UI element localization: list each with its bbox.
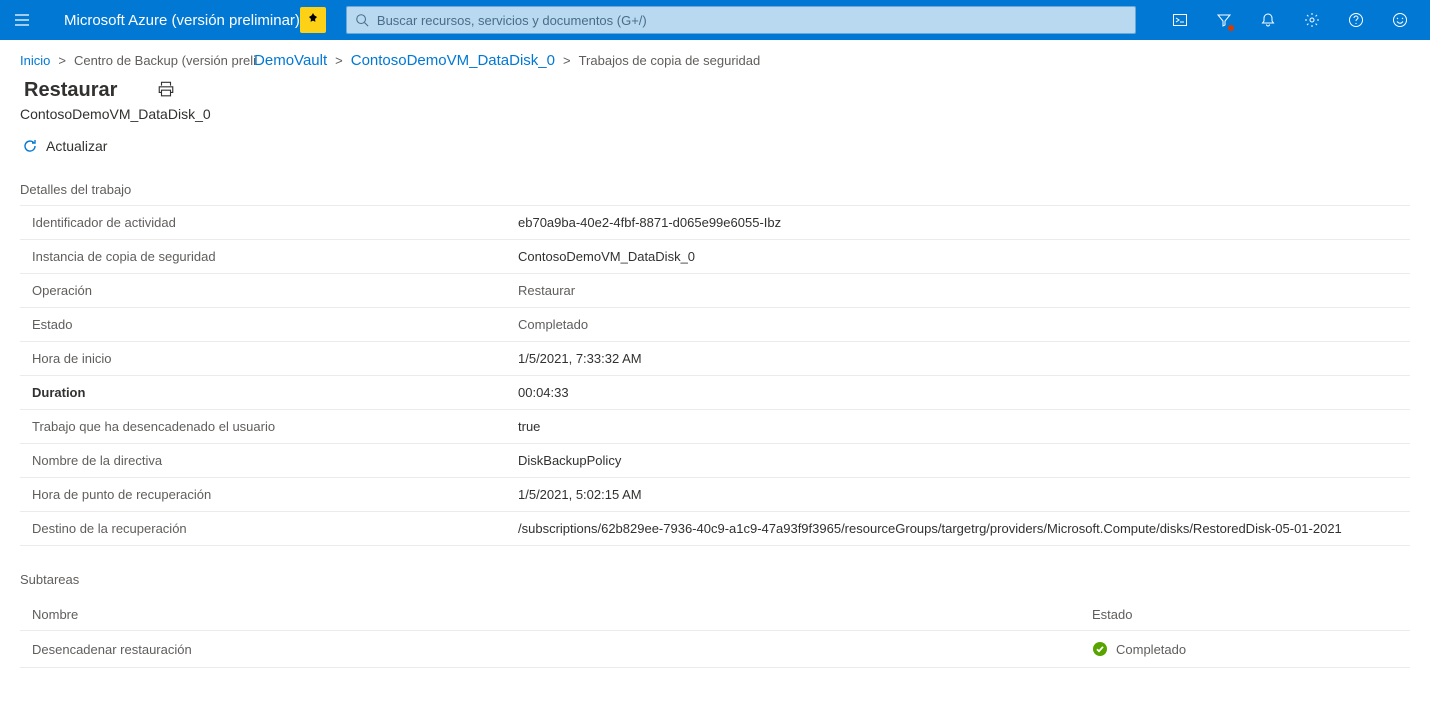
detail-row: Identificador de actividadeb70a9ba-40e2-…	[20, 206, 1410, 240]
detail-row: OperaciónRestaurar	[20, 274, 1410, 308]
search-box[interactable]	[346, 6, 1136, 34]
breadcrumb-item[interactable]: ContosoDemoVM_DataDisk_0	[351, 52, 555, 69]
top-bar: Microsoft Azure (versión preliminar)	[0, 0, 1430, 40]
settings-button[interactable]	[1290, 0, 1334, 40]
detail-value: 00:04:33	[510, 381, 1410, 404]
subtask-status: Completado	[1080, 641, 1410, 657]
subtasks-title: Subtareas	[20, 572, 1410, 595]
detail-label: Instancia de copia de seguridad	[20, 245, 510, 268]
subtasks-section: Subtareas Nombre Estado Desencadenar res…	[0, 546, 1430, 668]
detail-value: /subscriptions/62b829ee-7936-40c9-a1c9-4…	[510, 517, 1410, 540]
feedback-button[interactable]	[1378, 0, 1422, 40]
detail-value: ContosoDemoVM_DataDisk_0	[510, 245, 1410, 268]
search-icon	[355, 13, 369, 27]
title-block: Restaurar	[0, 73, 1430, 104]
detail-label: Trabajo que ha desencadenado el usuario	[20, 415, 510, 438]
detail-row: Hora de inicio1/5/2021, 7:33:32 AM	[20, 342, 1410, 376]
feedback-icon	[1392, 12, 1408, 28]
help-button[interactable]	[1334, 0, 1378, 40]
detail-row: EstadoCompletado	[20, 308, 1410, 342]
print-button[interactable]	[157, 80, 175, 101]
detail-row: Duration00:04:33	[20, 376, 1410, 410]
breadcrumb-vault-combo: Centro de Backup (versión preli DemoVaul…	[74, 52, 327, 69]
detail-value: 1/5/2021, 7:33:32 AM	[510, 347, 1410, 370]
help-icon	[1348, 12, 1364, 28]
search-wrap	[340, 6, 1142, 34]
notifications-button[interactable]	[1246, 0, 1290, 40]
subtask-row: Desencadenar restauración Completado	[20, 631, 1410, 668]
subtasks-header: Nombre Estado	[20, 595, 1410, 631]
breadcrumb: Inicio > Centro de Backup (versión preli…	[0, 40, 1430, 73]
job-details-title: Detalles del trabajo	[20, 182, 1410, 205]
detail-value: DiskBackupPolicy	[510, 449, 1410, 472]
command-bar: Actualizar	[0, 130, 1430, 168]
bell-icon	[1260, 12, 1276, 28]
top-icons	[1158, 0, 1422, 40]
breadcrumb-current: Trabajos de copia de seguridad	[579, 53, 761, 68]
detail-row: Instancia de copia de seguridadContosoDe…	[20, 240, 1410, 274]
detail-row: Trabajo que ha desencadenado el usuariot…	[20, 410, 1410, 444]
brand-label: Microsoft Azure (versión preliminar)	[44, 7, 340, 33]
gear-icon	[1304, 12, 1320, 28]
search-input[interactable]	[369, 13, 1127, 28]
brand-text: Microsoft Azure (versión preliminar)	[64, 12, 300, 29]
preview-badge-icon	[300, 7, 326, 33]
cloud-shell-icon	[1172, 12, 1188, 28]
detail-label: Hora de inicio	[20, 347, 510, 370]
job-details-section: Detalles del trabajo Identificador de ac…	[0, 168, 1430, 546]
breadcrumb-backup-center[interactable]: Centro de Backup (versión preli	[74, 53, 256, 68]
detail-value: Completado	[510, 313, 1410, 336]
refresh-button[interactable]: Actualizar	[22, 138, 107, 154]
page-subtitle: ContosoDemoVM_DataDisk_0	[0, 104, 1430, 130]
breadcrumb-home[interactable]: Inicio	[20, 53, 50, 68]
chevron-right-icon: >	[561, 53, 573, 68]
filter-badge-icon	[1228, 25, 1234, 31]
detail-row: Nombre de la directivaDiskBackupPolicy	[20, 444, 1410, 478]
detail-value: true	[510, 415, 1410, 438]
chevron-right-icon: >	[56, 53, 68, 68]
detail-label: Destino de la recuperación	[20, 517, 510, 540]
directory-filter-button[interactable]	[1202, 0, 1246, 40]
detail-value: 1/5/2021, 5:02:15 AM	[510, 483, 1410, 506]
detail-label: Duration	[20, 381, 510, 404]
subtask-status-text: Completado	[1116, 642, 1186, 657]
detail-label: Nombre de la directiva	[20, 449, 510, 472]
subtasks-col-name: Nombre	[20, 607, 1080, 622]
detail-row: Hora de punto de recuperación1/5/2021, 5…	[20, 478, 1410, 512]
detail-value: Restaurar	[510, 279, 1410, 302]
detail-label: Hora de punto de recuperación	[20, 483, 510, 506]
chevron-right-icon: >	[333, 53, 345, 68]
detail-label: Identificador de actividad	[20, 211, 510, 234]
subtask-name: Desencadenar restauración	[20, 642, 1080, 657]
job-details-table: Identificador de actividadeb70a9ba-40e2-…	[20, 205, 1410, 546]
success-icon	[1092, 641, 1108, 657]
breadcrumb-vault[interactable]: DemoVault	[254, 52, 327, 69]
refresh-icon	[22, 138, 38, 154]
refresh-label: Actualizar	[46, 138, 107, 154]
detail-label: Operación	[20, 279, 510, 302]
page-title: Restaurar	[20, 77, 117, 104]
detail-value: eb70a9ba-40e2-4fbf-8871-d065e99e6055-Ibz	[510, 211, 1410, 234]
detail-label: Estado	[20, 313, 510, 336]
hamburger-icon	[14, 12, 30, 28]
cloud-shell-button[interactable]	[1158, 0, 1202, 40]
subtasks-col-status: Estado	[1080, 607, 1410, 622]
menu-button[interactable]	[0, 0, 44, 40]
detail-row: Destino de la recuperación/subscriptions…	[20, 512, 1410, 546]
subtasks-rows: Desencadenar restauración Completado	[20, 631, 1410, 668]
print-icon	[157, 80, 175, 98]
